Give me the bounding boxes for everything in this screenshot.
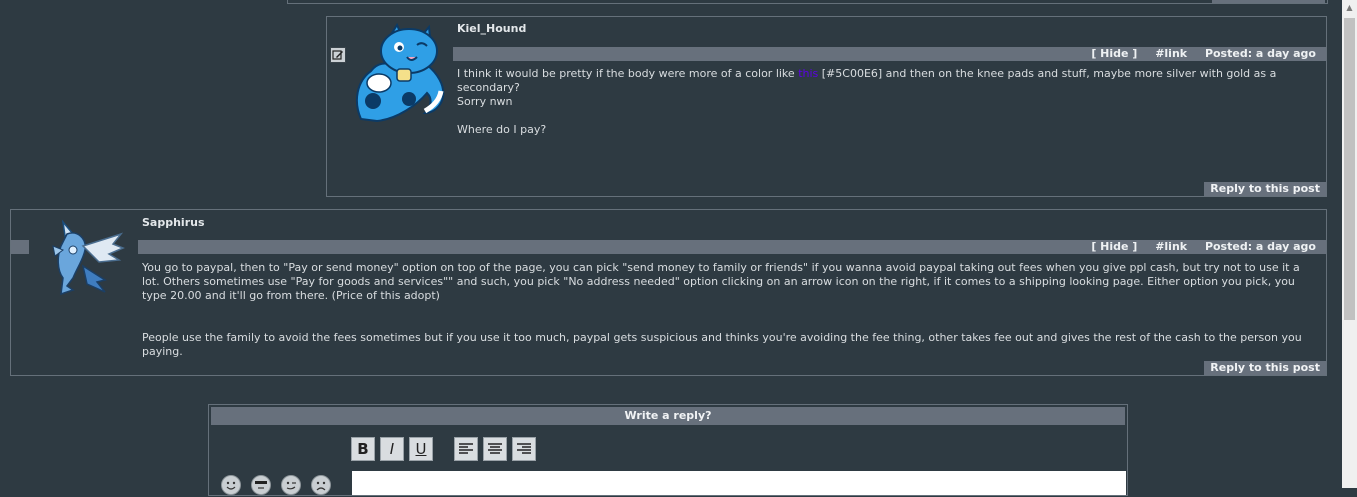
color-link[interactable]: this [798, 67, 818, 80]
post-sapphirus: Sapphirus [ Hide ] #link Posted: a day a… [10, 209, 1327, 376]
permalink[interactable]: #link [1155, 240, 1187, 253]
wink-icon[interactable] [281, 475, 301, 495]
post-kiel-hound: Kiel_Hound [ Hide ] #link Posted: a day … [326, 16, 1327, 197]
post-meta-bar: [ Hide ] #link Posted: a day ago [138, 240, 1326, 254]
sad-icon[interactable] [311, 475, 331, 495]
body-text: Sorry nwn [457, 95, 513, 108]
post-body: I think it would be pretty if the body w… [457, 67, 1317, 137]
avatar [347, 21, 451, 125]
body-text: I think it would be pretty if the body w… [457, 67, 795, 80]
grin-icon[interactable] [221, 475, 241, 495]
reply-button[interactable]: Reply to this post [1204, 361, 1326, 375]
hide-link[interactable]: [ Hide ] [1091, 47, 1137, 60]
post-author[interactable]: Kiel_Hound [457, 22, 526, 35]
reply-editor: Write a reply? B I U [208, 404, 1128, 496]
edit-icon[interactable] [330, 47, 346, 63]
post-body: You go to paypal, then to "Pay or send m… [142, 261, 1320, 359]
italic-button[interactable]: I [380, 437, 404, 461]
post-side-bar [11, 240, 29, 254]
page-scrollbar[interactable]: ▲ [1342, 0, 1357, 488]
underline-button[interactable]: U [409, 437, 433, 461]
scrollbar-thumb[interactable] [1344, 18, 1355, 320]
align-left-icon[interactable] [454, 437, 478, 461]
bold-button[interactable]: B [351, 437, 375, 461]
post-timestamp: Posted: a day ago [1204, 240, 1316, 253]
align-right-icon[interactable] [512, 437, 536, 461]
reply-button[interactable]: Reply to this post [1204, 182, 1326, 196]
previous-post-reply-bar[interactable] [1212, 0, 1325, 3]
body-paragraph: You go to paypal, then to "Pay or send m… [142, 261, 1300, 302]
reply-textarea[interactable] [352, 471, 1126, 495]
post-timestamp: Posted: a day ago [1204, 47, 1316, 60]
body-text: Where do I pay? [457, 123, 547, 136]
body-paragraph: People use the family to avoid the fees … [142, 331, 1302, 358]
post-meta-bar: [ Hide ] #link Posted: a day ago [453, 47, 1326, 61]
cool-icon[interactable] [251, 475, 271, 495]
previous-post-edge [287, 0, 1328, 4]
permalink[interactable]: #link [1155, 47, 1187, 60]
align-center-icon[interactable] [483, 437, 507, 461]
editor-title: Write a reply? [211, 407, 1125, 425]
scroll-up-icon[interactable]: ▲ [1342, 0, 1357, 15]
hide-link[interactable]: [ Hide ] [1091, 240, 1137, 253]
avatar [43, 216, 127, 296]
post-author[interactable]: Sapphirus [142, 216, 205, 229]
